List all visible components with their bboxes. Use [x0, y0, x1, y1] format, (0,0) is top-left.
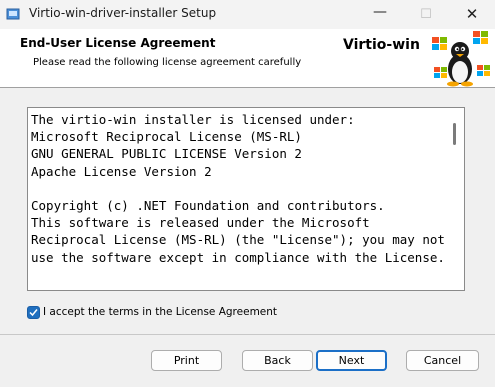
next-button[interactable]: Next: [316, 350, 387, 371]
footer-divider: [0, 334, 495, 335]
installer-app-icon: [6, 8, 20, 20]
cancel-button[interactable]: Cancel: [406, 350, 479, 371]
accept-terms-label[interactable]: I accept the terms in the License Agreem…: [43, 306, 277, 318]
license-text: The virtio-win installer is licensed und…: [31, 112, 445, 265]
window-title: Virtio-win-driver-installer Setup: [29, 6, 217, 20]
header-banner: End-User License Agreement Please read t…: [0, 29, 495, 88]
print-button[interactable]: Print: [151, 350, 222, 371]
back-button[interactable]: Back: [242, 350, 313, 371]
accept-terms-checkbox[interactable]: [27, 306, 40, 319]
minimize-button[interactable]: —: [357, 0, 403, 27]
title-bar: Virtio-win-driver-installer Setup — ☐ ✕: [0, 0, 495, 29]
checkmark-icon: [29, 309, 38, 317]
windows-linux-logo: [432, 31, 490, 87]
brand-name: Virtio-win: [343, 37, 420, 53]
maximize-button[interactable]: ☐: [403, 0, 449, 29]
close-button[interactable]: ✕: [449, 0, 495, 29]
license-scrollbar[interactable]: [448, 108, 464, 290]
page-title: End-User License Agreement: [20, 36, 216, 50]
license-text-area[interactable]: The virtio-win installer is licensed und…: [27, 107, 465, 291]
scrollbar-thumb[interactable]: [453, 123, 456, 145]
page-subtitle: Please read the following license agreem…: [33, 57, 302, 68]
